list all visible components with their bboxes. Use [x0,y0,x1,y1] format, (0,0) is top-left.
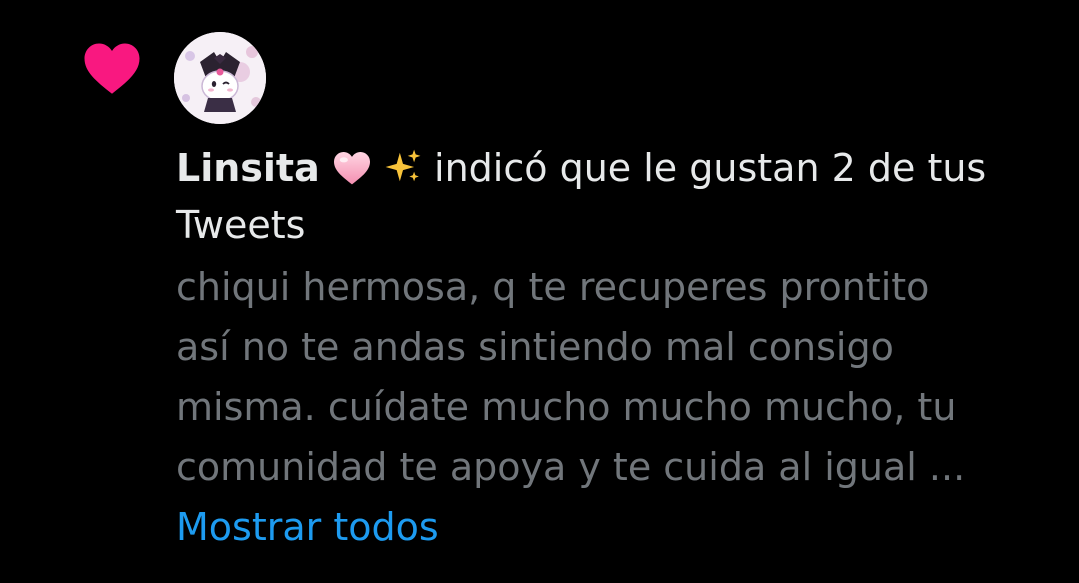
tweet-line: comunidad te apoya y te cuida al igual .… [176,445,966,489]
heart-icon [84,43,140,94]
avatar-image [174,32,266,124]
sparkles-emoji [385,149,421,182]
tweet-line: así no te andas sintiendo mal consigo [176,325,894,369]
avatar[interactable] [174,32,266,124]
notification-content: Linsita indicó que le gustan 2 de tus Tw… [176,140,1056,555]
tweet-preview[interactable]: chiqui hermosa, q te recuperes prontito … [176,257,1056,497]
show-all-link[interactable]: Mostrar todos [176,499,439,555]
notification-headline: Linsita indicó que le gustan 2 de tus Tw… [176,140,1056,254]
tweet-line: misma. cuídate mucho mucho mucho, tu [176,385,957,429]
like-notification[interactable]: Linsita indicó que le gustan 2 de tus Tw… [0,0,1079,583]
username[interactable]: Linsita [176,146,320,190]
pink-heart-emoji [333,151,370,185]
tweet-line: chiqui hermosa, q te recuperes prontito [176,265,930,309]
